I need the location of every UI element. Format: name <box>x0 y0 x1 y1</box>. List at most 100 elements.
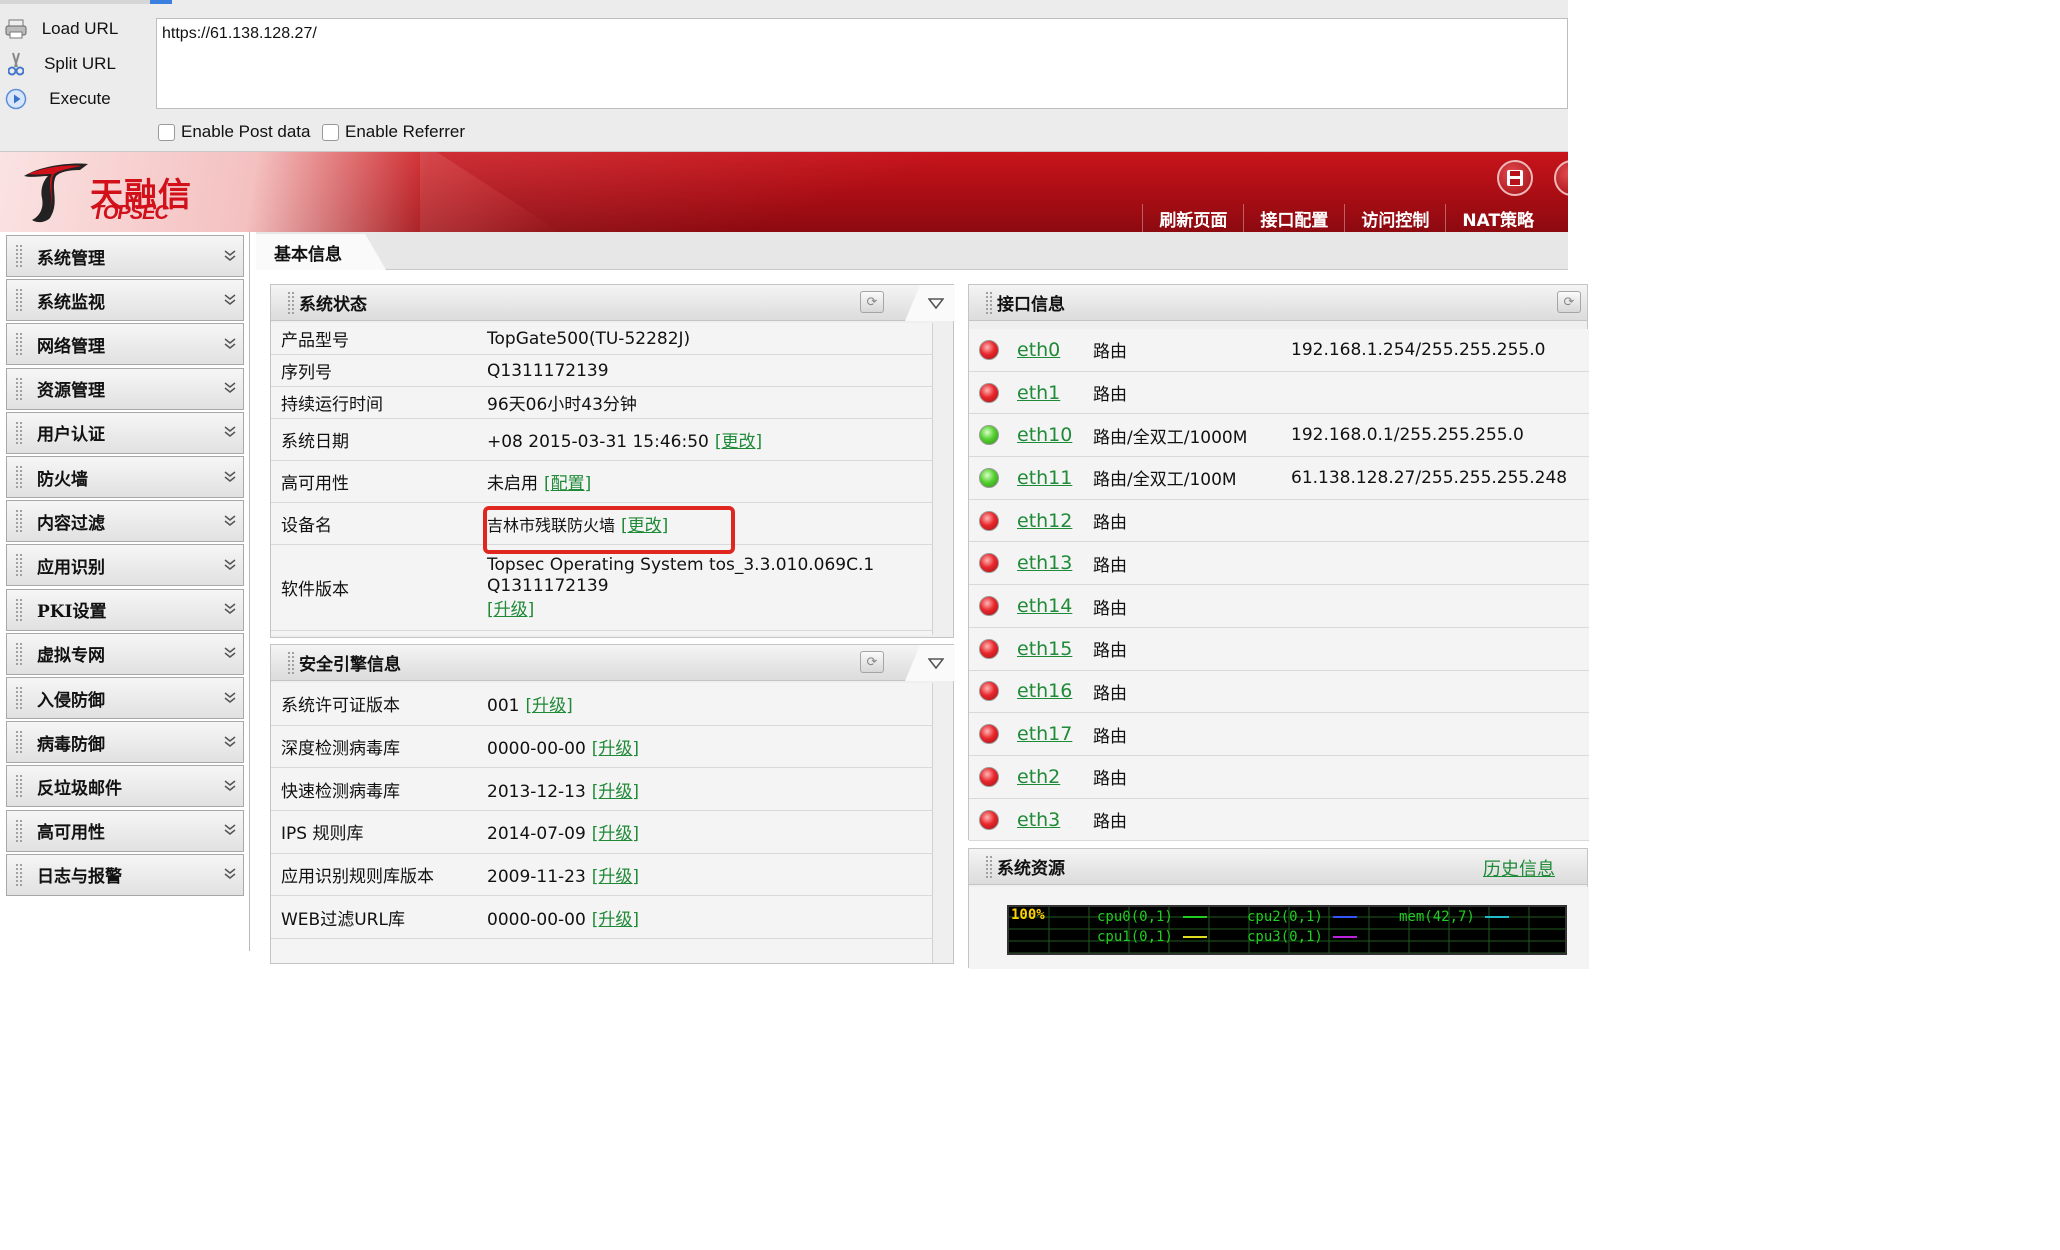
enable-referrer-checkbox[interactable]: Enable Referrer <box>322 122 465 142</box>
refresh-icon[interactable]: ⟳ <box>860 651 884 673</box>
legend-swatch <box>1182 916 1207 918</box>
checkbox-box[interactable] <box>322 123 339 141</box>
chevron-down-double-icon <box>217 514 243 529</box>
engine-value: 001 <box>487 696 520 717</box>
interface-name-link[interactable]: eth11 <box>1017 467 1093 489</box>
sidebar-item[interactable]: 系统管理 <box>6 235 244 277</box>
interface-mode: 路由/全双工/100M <box>1093 470 1237 491</box>
app-header: 天融信 TOPSEC 刷新页面 接口配置 访问控制 NAT策略 <box>0 152 1568 232</box>
drag-handle-icon[interactable] <box>287 650 295 675</box>
save-icon[interactable] <box>1497 160 1533 196</box>
sidebar-item[interactable]: 病毒防御 <box>6 721 244 764</box>
engine-value-cell: 0000-00-00 [升级] <box>487 734 639 759</box>
status-action-link[interactable]: [升级] <box>487 600 534 621</box>
upgrade-link[interactable]: [升级] <box>592 824 639 844</box>
sidebar-item[interactable]: 高可用性 <box>6 809 244 852</box>
sidebar-item-label: 高可用性 <box>37 823 105 844</box>
status-value: +08 2015-03-31 15:46:50 <box>487 432 709 452</box>
execute-button[interactable]: Execute <box>0 84 150 114</box>
upgrade-link[interactable]: [升级] <box>592 910 639 930</box>
security-engine-title: 安全引擎信息 <box>299 655 401 675</box>
sidebar-item[interactable]: PKI设置 <box>6 588 244 631</box>
engine-value-cell: 2013-12-13 [升级] <box>487 777 639 802</box>
drag-handle-icon[interactable] <box>985 854 993 879</box>
interface-name-link[interactable]: eth3 <box>1017 809 1093 831</box>
status-action-link[interactable]: [更改] <box>715 432 762 452</box>
status-led-icon <box>979 425 999 446</box>
logout-icon[interactable] <box>1554 160 1568 196</box>
drag-handle-icon <box>15 244 23 268</box>
status-action-link[interactable]: [配置] <box>544 474 591 494</box>
status-led-icon <box>979 681 999 702</box>
sidebar-item[interactable]: 虚拟专网 <box>6 632 244 675</box>
interface-mode: 路由 <box>1093 385 1127 406</box>
drag-handle-icon[interactable] <box>985 290 993 315</box>
status-value-cell: +08 2015-03-31 15:46:50 [更改] <box>487 427 762 452</box>
sidebar-item[interactable]: 日志与报警 <box>6 853 244 896</box>
drag-handle-icon <box>15 509 23 534</box>
interface-name-link[interactable]: eth0 <box>1017 339 1093 361</box>
sidebar-item[interactable]: 入侵防御 <box>6 677 244 719</box>
nav-refresh-page[interactable]: 刷新页面 <box>1142 204 1243 232</box>
interface-name-link[interactable]: eth10 <box>1017 424 1093 446</box>
legend-item: mem(42,7) <box>1399 909 1509 925</box>
upgrade-link[interactable]: [升级] <box>525 696 572 716</box>
sidebar-item[interactable]: 反垃圾邮件 <box>6 765 244 808</box>
sidebar-item[interactable]: 应用识别 <box>6 544 244 587</box>
nav-access-control[interactable]: 访问控制 <box>1344 204 1445 232</box>
enable-post-checkbox[interactable]: Enable Post data <box>158 122 310 142</box>
split-url-button[interactable]: Split URL <box>0 49 150 79</box>
upgrade-link[interactable]: [升级] <box>592 782 639 802</box>
checkbox-box[interactable] <box>158 123 175 141</box>
sidebar-item[interactable]: 用户认证 <box>6 411 244 454</box>
load-url-button[interactable]: Load URL <box>0 14 150 44</box>
sidebar-item[interactable]: 资源管理 <box>6 367 244 410</box>
interface-mode: 路由 <box>1093 598 1127 619</box>
topsec-logo: 天融信 TOPSEC <box>20 158 220 228</box>
collapse-toggle[interactable] <box>905 285 955 321</box>
sidebar-item[interactable]: 网络管理 <box>6 323 244 366</box>
status-key: 高可用性 <box>281 474 349 494</box>
refresh-icon[interactable]: ⟳ <box>860 291 884 313</box>
upgrade-link[interactable]: [升级] <box>592 867 639 887</box>
engine-key: IPS 规则库 <box>281 824 364 845</box>
nav-interface-config[interactable]: 接口配置 <box>1243 204 1344 232</box>
refresh-icon[interactable]: ⟳ <box>1557 291 1581 313</box>
sidebar-item[interactable]: 防火墙 <box>6 456 244 498</box>
main-content: 基本信息 系统状态 ⟳ 产品型号 TopGate500(TU-52282J) 序列号… <box>256 232 1589 969</box>
status-led-icon <box>979 724 999 745</box>
drag-handle-icon[interactable] <box>287 290 295 315</box>
engine-key: 应用识别规则库版本 <box>281 867 434 888</box>
interface-name-link[interactable]: eth17 <box>1017 723 1093 745</box>
sidebar-item[interactable]: 内容过滤 <box>6 500 244 543</box>
interface-name-link[interactable]: eth15 <box>1017 638 1093 660</box>
chevron-down-double-icon <box>217 735 243 750</box>
status-key: 产品型号 <box>281 331 349 351</box>
printer-icon <box>2 15 30 43</box>
interface-name-link[interactable]: eth16 <box>1017 680 1093 702</box>
legend-label: cpu1(0,1) <box>1097 929 1173 945</box>
tab-basic-info[interactable]: 基本信息 <box>256 234 386 270</box>
status-value-cell: Topsec Operating System tos_3.3.010.069C… <box>487 555 874 621</box>
collapse-toggle[interactable] <box>905 645 955 681</box>
resource-usage-graph: 100% cpu0(0,1) cpu2(0,1) mem(42,7) cpu1(0,1… <box>1007 905 1567 955</box>
interface-name-link[interactable]: eth2 <box>1017 766 1093 788</box>
url-input[interactable]: https://61.138.128.27/ <box>156 18 1568 109</box>
interface-row: eth12 路由 <box>969 500 1589 543</box>
legend-label: cpu0(0,1) <box>1097 909 1173 925</box>
nav-nat-policy[interactable]: NAT策略 <box>1445 204 1568 232</box>
interface-name-link[interactable]: eth1 <box>1017 382 1093 404</box>
status-value-cell: 未启用 [配置] <box>487 469 591 494</box>
status-led-icon <box>979 553 999 574</box>
system-status-table: 产品型号 TopGate500(TU-52282J) 序列号 Q1311172139 持… <box>271 323 933 635</box>
interface-name-link[interactable]: eth14 <box>1017 595 1093 617</box>
engine-row: IPS 规则库 2014-07-09 [升级] <box>271 811 933 854</box>
interface-mode: 路由 <box>1093 812 1127 833</box>
interface-name-link[interactable]: eth12 <box>1017 510 1093 532</box>
drag-handle-icon <box>15 686 23 710</box>
sidebar-item[interactable]: 系统监视 <box>6 279 244 322</box>
interface-name-link[interactable]: eth13 <box>1017 552 1093 574</box>
upgrade-link[interactable]: [升级] <box>592 739 639 759</box>
engine-value: 2009-11-23 <box>487 867 586 888</box>
history-info-link[interactable]: 历史信息 <box>1483 855 1555 881</box>
